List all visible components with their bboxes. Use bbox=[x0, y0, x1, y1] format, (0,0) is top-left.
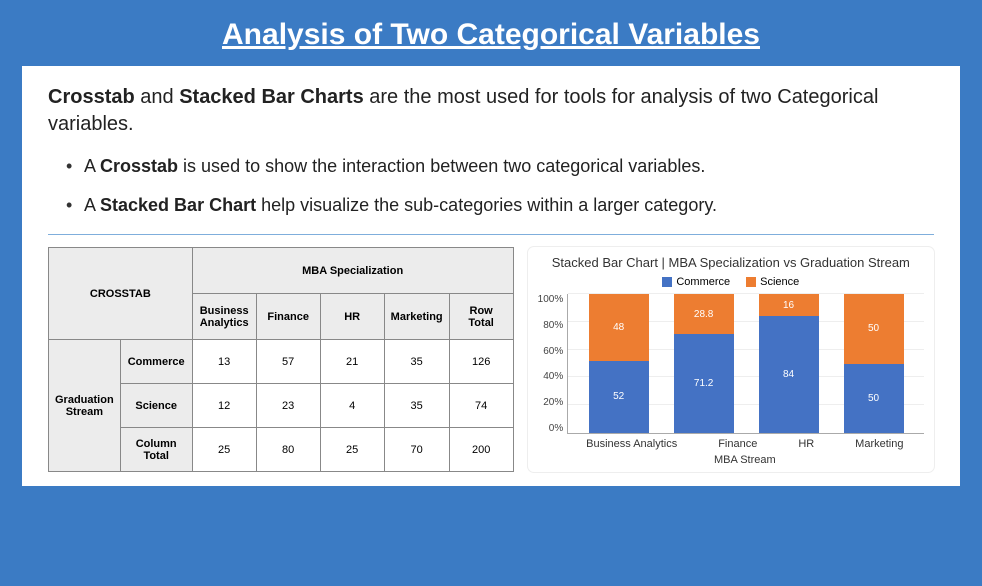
crosstab-cell: 126 bbox=[449, 340, 513, 384]
xcat: Business Analytics bbox=[586, 438, 677, 450]
crosstab-rowlabel: Commerce bbox=[120, 340, 192, 384]
chart-title: Stacked Bar Chart | MBA Specialization v… bbox=[538, 255, 924, 270]
crosstab-cell: 35 bbox=[384, 340, 449, 384]
intro-paragraph: Crosstab and Stacked Bar Charts are the … bbox=[48, 84, 934, 138]
crosstab-cell: 57 bbox=[256, 340, 320, 384]
crosstab-col: Row Total bbox=[449, 294, 513, 340]
bullet-item: A Crosstab is used to show the interacti… bbox=[66, 156, 934, 177]
crosstab-cell: 12 bbox=[192, 384, 256, 428]
xcat: HR bbox=[798, 438, 814, 450]
bullet-rest: is used to show the interaction between … bbox=[178, 156, 705, 176]
divider bbox=[48, 234, 934, 235]
body-row: CROSSTAB MBA Specialization Business Ana… bbox=[48, 247, 934, 472]
crosstab-cell: 35 bbox=[384, 384, 449, 428]
crosstab-cell: 80 bbox=[256, 428, 320, 472]
legend-label: Commerce bbox=[676, 276, 730, 288]
chart-plot: 100% 80% 60% 40% 20% 0% 4 bbox=[538, 294, 924, 434]
bar-segment-commerce: 50 bbox=[844, 364, 904, 434]
crosstab-rowlabel: Column Total bbox=[120, 428, 192, 472]
ytick: 60% bbox=[538, 346, 564, 357]
chart-plot-area: 48 52 28.8 71.2 16 84 50 bbox=[567, 294, 924, 434]
bullet-strong: Crosstab bbox=[100, 156, 178, 176]
legend-item-science: Science bbox=[746, 276, 799, 288]
crosstab-cell: 4 bbox=[320, 384, 384, 428]
ytick: 40% bbox=[538, 371, 564, 382]
crosstab-cell: 21 bbox=[320, 340, 384, 384]
chart-bar: 28.8 71.2 bbox=[674, 294, 734, 433]
ytick: 80% bbox=[538, 320, 564, 331]
page-title: Analysis of Two Categorical Variables bbox=[22, 18, 960, 52]
crosstab-cell: 13 bbox=[192, 340, 256, 384]
crosstab-table: CROSSTAB MBA Specialization Business Ana… bbox=[48, 247, 514, 472]
crosstab-corner: CROSSTAB bbox=[49, 248, 193, 340]
bar-segment-science: 16 bbox=[759, 294, 819, 316]
stacked-bar-chart: Stacked Bar Chart | MBA Specialization v… bbox=[528, 247, 934, 472]
ytick: 20% bbox=[538, 397, 564, 408]
bar-segment-science: 48 bbox=[589, 294, 649, 361]
legend-label: Science bbox=[760, 276, 799, 288]
bar-segment-commerce: 71.2 bbox=[674, 334, 734, 433]
intro-strong-2: Stacked Bar Charts bbox=[179, 86, 364, 108]
legend-swatch-icon bbox=[746, 277, 756, 287]
bar-segment-science: 50 bbox=[844, 294, 904, 364]
bullet-item: A Stacked Bar Chart help visualize the s… bbox=[66, 195, 934, 216]
crosstab-cell: 23 bbox=[256, 384, 320, 428]
crosstab-col: HR bbox=[320, 294, 384, 340]
chart-xaxis: Business Analytics Finance HR Marketing bbox=[538, 438, 924, 450]
bullet-strong: Stacked Bar Chart bbox=[100, 195, 256, 215]
crosstab-cell: 74 bbox=[449, 384, 513, 428]
intro-mid: and bbox=[135, 86, 179, 108]
chart-legend: Commerce Science bbox=[538, 276, 924, 288]
legend-swatch-icon bbox=[662, 277, 672, 287]
crosstab-cell: 25 bbox=[192, 428, 256, 472]
bullet-pre: A bbox=[84, 195, 100, 215]
chart-xcats: Business Analytics Finance HR Marketing bbox=[566, 438, 924, 450]
xcat: Finance bbox=[718, 438, 757, 450]
crosstab-colgroup: MBA Specialization bbox=[192, 248, 513, 294]
content-card: Crosstab and Stacked Bar Charts are the … bbox=[22, 66, 960, 486]
crosstab-cell: 70 bbox=[384, 428, 449, 472]
chart-bar: 50 50 bbox=[844, 294, 904, 433]
crosstab-col: Business Analytics bbox=[192, 294, 256, 340]
bar-segment-science: 28.8 bbox=[674, 294, 734, 334]
intro-strong-1: Crosstab bbox=[48, 86, 135, 108]
ytick: 100% bbox=[538, 294, 564, 305]
crosstab-cell: 200 bbox=[449, 428, 513, 472]
crosstab-col: Marketing bbox=[384, 294, 449, 340]
slide-container: Analysis of Two Categorical Variables Cr… bbox=[0, 0, 982, 500]
chart-xlabel: MBA Stream bbox=[538, 454, 924, 466]
chart-yaxis: 100% 80% 60% 40% 20% 0% bbox=[538, 294, 568, 434]
bullet-pre: A bbox=[84, 156, 100, 176]
crosstab-rowlabel: Science bbox=[120, 384, 192, 428]
bar-segment-commerce: 52 bbox=[589, 361, 649, 433]
ytick: 0% bbox=[538, 423, 564, 434]
xcat: Marketing bbox=[855, 438, 903, 450]
crosstab-col: Finance bbox=[256, 294, 320, 340]
bar-segment-commerce: 84 bbox=[759, 316, 819, 433]
crosstab-cell: 25 bbox=[320, 428, 384, 472]
crosstab-rowgroup: Graduation Stream bbox=[49, 340, 121, 472]
bullet-rest: help visualize the sub-categories within… bbox=[256, 195, 717, 215]
chart-bar: 16 84 bbox=[759, 294, 819, 433]
bullet-list: A Crosstab is used to show the interacti… bbox=[48, 156, 934, 216]
legend-item-commerce: Commerce bbox=[662, 276, 730, 288]
chart-bar: 48 52 bbox=[589, 294, 649, 433]
